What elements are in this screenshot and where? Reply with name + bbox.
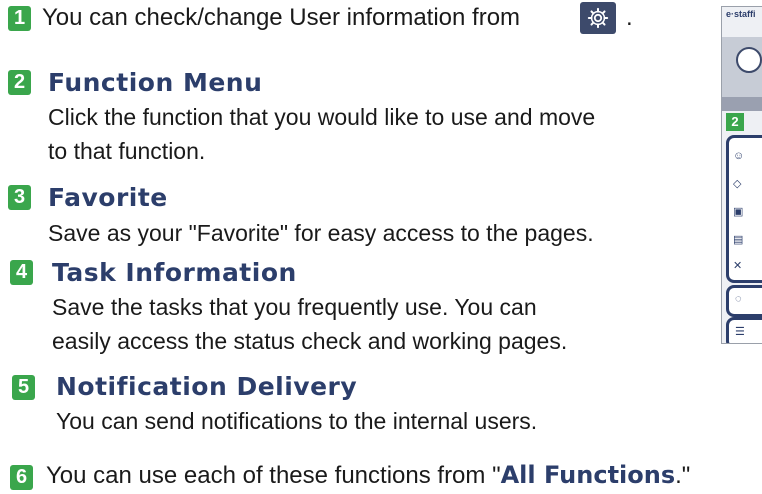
step-badge-1: 1: [8, 6, 31, 31]
calculator-icon: ▤: [733, 234, 744, 246]
step-badge-5: 5: [12, 375, 35, 400]
thumbnail-notification-box: ◌: [726, 285, 762, 317]
notification-delivery-heading: Notification Delivery: [56, 372, 358, 401]
thumbnail-badge: 2: [726, 113, 744, 131]
step-badge-6: 6: [10, 465, 33, 490]
step-badge-4: 4: [10, 260, 33, 285]
app-thumbnail: e·staffi 2 ☺ ◇ ▣ ▤ ✕ ◌ ☰: [721, 6, 762, 344]
favorite-desc: Save as your "Favorite" for easy access …: [48, 220, 594, 246]
item-6-text: You can use each of these functions from…: [46, 461, 690, 490]
step-badge-3: 3: [8, 185, 31, 210]
settings-gear-icon: [580, 2, 616, 34]
thumbnail-function-menu: ☺ ◇ ▣ ▤ ✕: [726, 135, 762, 283]
item-1-text: You can check/change User information fr…: [42, 4, 521, 31]
list-icon: ☰: [735, 326, 745, 338]
item-6-text-main: You can use each of these functions from…: [46, 462, 501, 489]
handshake-icon: ◇: [733, 178, 742, 190]
favorite-heading: Favorite: [48, 183, 168, 212]
thumbnail-all-functions-box: ☰: [726, 317, 762, 343]
item-1-suffix: .: [626, 4, 633, 31]
notification-delivery-desc: You can send notifications to the intern…: [56, 408, 538, 434]
item-6-text-suffix: .": [675, 462, 691, 489]
thumbnail-app-title: e·staffi: [726, 9, 756, 19]
task-information-desc-line1: Save the tasks that you frequently use. …: [52, 294, 537, 320]
avatar-icon: [736, 47, 762, 73]
function-menu-desc-line1: Click the function that you would like t…: [48, 104, 596, 130]
function-menu-desc-line2: to that function.: [48, 138, 206, 164]
chat-icon: ◌: [735, 293, 742, 305]
all-functions-label: All Functions: [500, 461, 676, 489]
user-icon: ☺: [733, 150, 745, 162]
gear-icon: [587, 7, 609, 29]
task-information-heading: Task Information: [52, 258, 297, 287]
step-badge-2: 2: [8, 70, 31, 95]
function-menu-heading: Function Menu: [48, 68, 263, 97]
calendar-icon: ▣: [733, 206, 744, 218]
thumbnail-bar: [722, 97, 762, 111]
tools-icon: ✕: [733, 260, 743, 272]
task-information-desc-line2: easily access the status check and worki…: [52, 328, 568, 354]
